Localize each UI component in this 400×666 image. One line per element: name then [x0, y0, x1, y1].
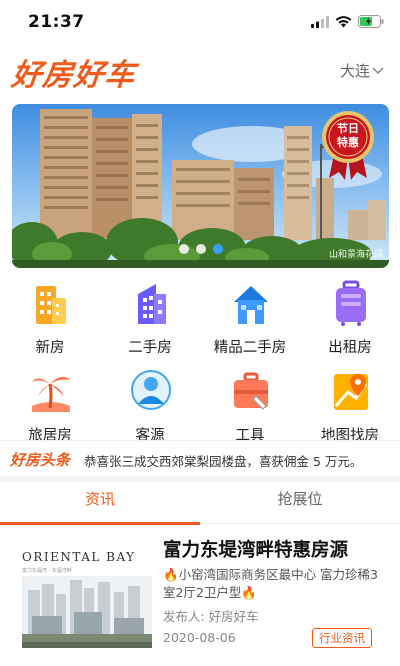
signal-icon — [311, 15, 329, 28]
status-time: 21:37 — [28, 12, 85, 32]
headlines-logo: 好房头条 — [10, 451, 71, 469]
status-bar: 21:37 — [0, 0, 400, 44]
tab-label: 资讯 — [84, 490, 115, 508]
city-selector[interactable]: 大连 — [340, 60, 384, 81]
banner-carousel[interactable]: 节日 特惠 山和景海花园 — [12, 104, 389, 268]
building-icon — [36, 286, 66, 324]
customer-icon — [131, 370, 171, 410]
content-tabs: 资讯 抢展位 — [0, 482, 400, 525]
article-card[interactable]: ORIENTAL BAY 富力东堤湾 · 东堤湾畔 富力东堤湾畔特惠房源 🔥小窑… — [0, 530, 400, 666]
house-icon — [234, 286, 268, 324]
headline-text[interactable]: 恭喜张三成交西郊棠梨园楼盘，喜获佣金 5 万元。 — [84, 451, 362, 470]
map-pin-icon — [334, 374, 368, 410]
tab-booth[interactable]: 抢展位 — [200, 482, 400, 524]
toolbox-icon — [234, 372, 268, 410]
article-category-tag[interactable]: 行业资讯 — [312, 628, 372, 648]
category-label: 精品二手房 — [213, 340, 287, 356]
thumbnail-rendering — [22, 576, 152, 648]
badge-line2: 特惠 — [337, 136, 359, 149]
suitcase-icon — [336, 280, 366, 326]
status-icons — [311, 15, 384, 28]
badge-text: 节日 特惠 — [321, 122, 375, 150]
thumb-subtitle: 富力东堤湾 · 东堤湾畔 — [22, 568, 72, 574]
app-logo: 好房好车 — [9, 58, 138, 93]
tab-active-indicator — [0, 522, 200, 525]
thumb-brand: ORIENTAL BAY — [22, 550, 136, 564]
festival-badge: 节日 特惠 — [321, 110, 375, 180]
article-publisher: 发布人: 好房好车 — [163, 609, 259, 624]
chevron-down-icon — [372, 66, 384, 74]
headline-ticker[interactable]: 好房头条 恭喜张三成交西郊棠梨园楼盘，喜获佣金 5 万元。 — [0, 440, 400, 476]
city-label: 大连 — [339, 62, 370, 80]
wifi-icon — [335, 15, 352, 27]
tab-news[interactable]: 资讯 — [0, 482, 200, 525]
carousel-dot-active[interactable] — [212, 244, 223, 254]
article-date: 2020-08-06 — [163, 630, 236, 645]
category-label: 二手房 — [128, 340, 172, 356]
app-header: 好房好车 大连 — [0, 48, 400, 94]
category-label: 出租房 — [328, 340, 372, 356]
tab-label: 抢展位 — [277, 490, 323, 508]
office-building-icon — [138, 284, 166, 324]
article-thumbnail[interactable]: ORIENTAL BAY 富力东堤湾 · 东堤湾畔 — [22, 540, 152, 648]
article-title[interactable]: 富力东堤湾畔特惠房源 — [163, 536, 348, 562]
battery-icon — [358, 15, 384, 28]
carousel-dot[interactable] — [195, 244, 206, 254]
carousel-dot[interactable] — [178, 244, 189, 254]
category-label: 新房 — [35, 340, 65, 356]
badge-line1: 节日 — [337, 122, 359, 135]
article-description: 🔥小窑湾国际商务区最中心 富力珍稀3室2厅2卫户型🔥 — [163, 567, 378, 600]
palm-tree-icon — [32, 376, 70, 412]
banner-caption: 山和景海花园 — [328, 250, 383, 260]
